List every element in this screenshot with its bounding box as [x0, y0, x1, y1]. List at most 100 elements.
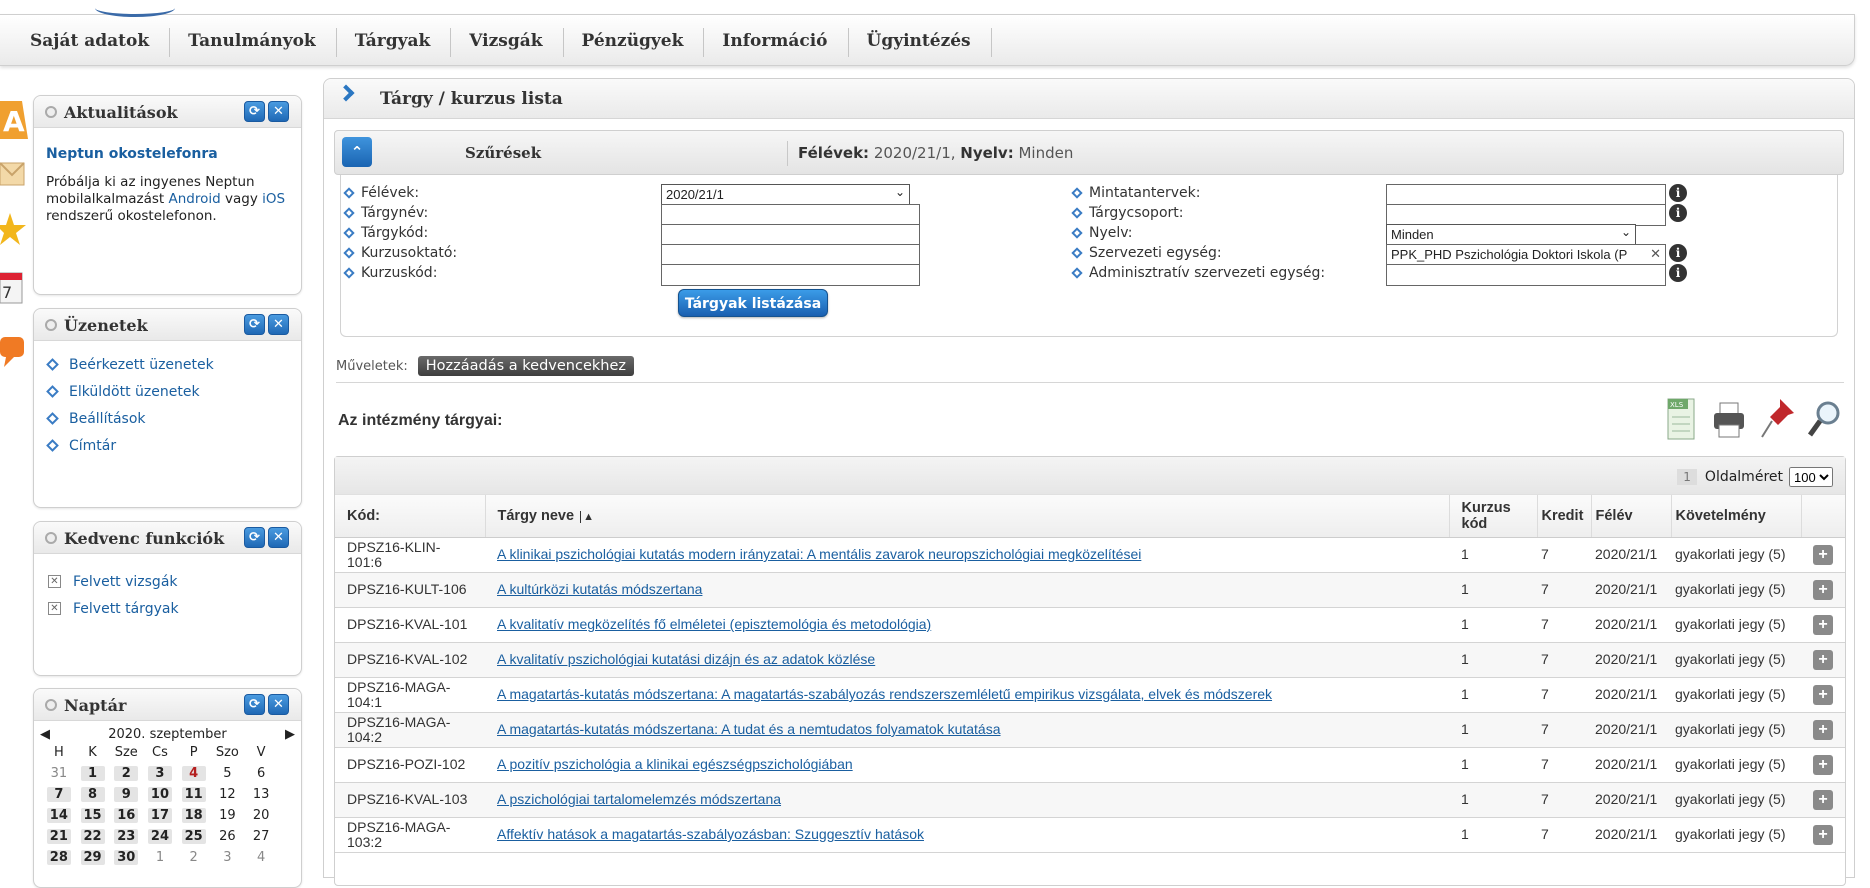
column-header-code[interactable]: Kód: — [335, 495, 485, 538]
table-row[interactable]: DPSZ16-MAGA-104:1 A magatartás-kutatás mó… — [335, 677, 1845, 713]
calendar-day[interactable]: 21 — [42, 826, 76, 847]
refresh-icon[interactable]: ⟳ — [244, 694, 265, 715]
subject-name-link[interactable]: A magatartás-kutatás módszertana: A maga… — [497, 686, 1272, 702]
magnifier-icon[interactable] — [1806, 397, 1844, 441]
column-header-semester[interactable]: Félév — [1590, 495, 1671, 538]
calendar-day[interactable]: 4 — [177, 763, 211, 784]
table-row[interactable]: DPSZ16-KVAL-102 A kvalitatív pszichológia… — [335, 642, 1845, 678]
refresh-icon[interactable]: ⟳ — [244, 101, 265, 122]
calendar-day[interactable]: 18 — [177, 805, 211, 826]
curriculum-input[interactable] — [1386, 184, 1666, 206]
calendar-day[interactable]: 7 — [42, 784, 76, 805]
table-row[interactable]: DPSZ16-KULT-106 A kultúrközi kutatás móds… — [335, 572, 1845, 608]
calendar-day[interactable]: 14 — [42, 805, 76, 826]
calendar-day[interactable]: 9 — [109, 784, 143, 805]
nav-item[interactable]: Információ — [704, 28, 849, 57]
table-row[interactable]: DPSZ16-KVAL-101 A kvalitatív megközelítés… — [335, 607, 1845, 643]
android-link[interactable]: Android — [169, 191, 221, 207]
message-menu-item[interactable]: Elküldött üzenetek — [46, 378, 289, 405]
column-header-credit[interactable]: Kredit — [1536, 495, 1591, 538]
instructor-input[interactable] — [661, 244, 920, 266]
page-number[interactable]: 1 — [1677, 469, 1697, 485]
refresh-icon[interactable]: ⟳ — [244, 527, 265, 548]
message-menu-item[interactable]: Beérkezett üzenetek — [46, 351, 289, 378]
star-icon[interactable] — [0, 205, 28, 253]
remove-favorite-icon[interactable]: ✕ — [48, 575, 61, 588]
calendar-day[interactable]: 11 — [177, 784, 211, 805]
nav-item[interactable]: Pénzügyek — [564, 28, 705, 57]
prev-month-icon[interactable]: ◀ — [40, 727, 50, 742]
calendar-day[interactable]: 20 — [244, 805, 278, 826]
nav-item[interactable]: Ügyintézés — [849, 28, 992, 57]
close-icon[interactable]: ✕ — [268, 314, 289, 335]
nav-item[interactable]: Saját adatok — [12, 28, 171, 57]
calendar-day[interactable]: 1 — [76, 763, 110, 784]
admin-org-unit-input[interactable] — [1386, 264, 1666, 286]
calendar-day[interactable]: 2 — [109, 763, 143, 784]
printer-icon[interactable] — [1710, 397, 1748, 441]
column-header-course-code[interactable]: Kurzus kód — [1448, 495, 1537, 538]
subject-group-input[interactable] — [1386, 204, 1666, 226]
close-icon[interactable]: ✕ — [268, 694, 289, 715]
expand-row-icon[interactable]: + — [1813, 614, 1833, 635]
page-size-select[interactable]: 100 — [1789, 467, 1833, 487]
table-row[interactable]: DPSZ16-MAGA-104:2 A magatartás-kutatás mó… — [335, 712, 1845, 748]
table-row[interactable]: DPSZ16-MAGA-103:2 Affektív hatások a maga… — [335, 817, 1845, 853]
table-row[interactable]: DPSZ16-KLIN-101:6 A klinikai pszichológia… — [335, 537, 1845, 573]
message-menu-item[interactable]: Címtár — [46, 432, 289, 459]
column-header-name[interactable]: Tárgy neve ▲ — [484, 495, 1449, 538]
clear-icon[interactable]: ✕ — [1650, 246, 1661, 262]
next-month-icon[interactable]: ▶ — [285, 727, 295, 742]
subject-name-link[interactable]: A magatartás-kutatás módszertana: A tuda… — [497, 721, 1001, 737]
column-header-requirement[interactable]: Követelmény — [1670, 495, 1801, 538]
remove-favorite-icon[interactable]: ✕ — [48, 602, 61, 615]
subject-name-link[interactable]: A kultúrközi kutatás módszertana — [497, 581, 702, 597]
collapse-filter-button[interactable]: ⌃ — [342, 137, 372, 167]
calendar-day[interactable]: 6 — [244, 763, 278, 784]
expand-row-icon[interactable]: + — [1813, 754, 1833, 775]
close-icon[interactable]: ✕ — [268, 101, 289, 122]
subject-name-link[interactable]: A pszichológiai tartalomelemzés módszert… — [497, 791, 781, 807]
nav-item[interactable]: Tanulmányok — [170, 28, 337, 57]
sort-ascending-icon[interactable]: ▲ — [580, 510, 594, 523]
expand-row-icon[interactable]: + — [1813, 544, 1833, 565]
nav-item[interactable]: Vizsgák — [451, 28, 564, 57]
calendar-day[interactable]: 15 — [76, 805, 110, 826]
subject-code-input[interactable] — [661, 224, 920, 246]
subject-name-link[interactable]: A klinikai pszichológiai kutatás modern … — [497, 546, 1141, 562]
expand-row-icon[interactable]: + — [1813, 789, 1833, 810]
info-icon[interactable]: i — [1669, 264, 1687, 282]
org-unit-input[interactable]: PPK_PHD Pszichológia Doktori Iskola (P ✕ — [1386, 244, 1666, 266]
close-icon[interactable]: ✕ — [268, 527, 289, 548]
table-row[interactable]: DPSZ16-POZI-102 A pozitív pszichológia a … — [335, 747, 1845, 783]
calendar-day[interactable]: 16 — [109, 805, 143, 826]
expand-row-icon[interactable]: + — [1813, 579, 1833, 600]
pin-icon[interactable] — [1758, 397, 1796, 441]
calendar-day[interactable]: 13 — [244, 784, 278, 805]
calendar-day[interactable]: 26 — [211, 826, 245, 847]
ios-link[interactable]: iOS — [262, 191, 285, 207]
calendar-day[interactable]: 17 — [143, 805, 177, 826]
calendar-day[interactable]: 25 — [177, 826, 211, 847]
calendar-day[interactable]: 8 — [76, 784, 110, 805]
calendar-day[interactable]: 23 — [109, 826, 143, 847]
calendar-day[interactable]: 31 — [42, 763, 76, 784]
calendar-day[interactable]: 27 — [244, 826, 278, 847]
subject-name-link[interactable]: A kvalitatív megközelítés fő elméletei (… — [497, 616, 931, 632]
expand-row-icon[interactable]: + — [1813, 719, 1833, 740]
subject-name-link[interactable]: Affektív hatások a magatartás-szabályozá… — [497, 826, 924, 842]
table-row[interactable]: DPSZ16-KVAL-103 A pszichológiai tartalome… — [335, 782, 1845, 818]
subject-name-link[interactable]: A kvalitatív pszichológiai kutatási dizá… — [497, 651, 875, 667]
message-menu-item[interactable]: Beállítások — [46, 405, 289, 432]
chat-bubble-icon[interactable] — [0, 327, 28, 375]
excel-export-icon[interactable]: XLS — [1662, 397, 1700, 441]
calendar-day[interactable]: 24 — [143, 826, 177, 847]
calendar-day[interactable]: 12 — [211, 784, 245, 805]
refresh-icon[interactable]: ⟳ — [244, 314, 265, 335]
calendar-day[interactable]: 10 — [143, 784, 177, 805]
expand-row-icon[interactable]: + — [1813, 824, 1833, 845]
expand-row-icon[interactable]: + — [1813, 684, 1833, 705]
list-subjects-button[interactable]: Tárgyak listázása — [678, 289, 828, 317]
info-icon[interactable]: i — [1669, 204, 1687, 222]
calendar-icon[interactable]: 7 — [0, 265, 28, 313]
